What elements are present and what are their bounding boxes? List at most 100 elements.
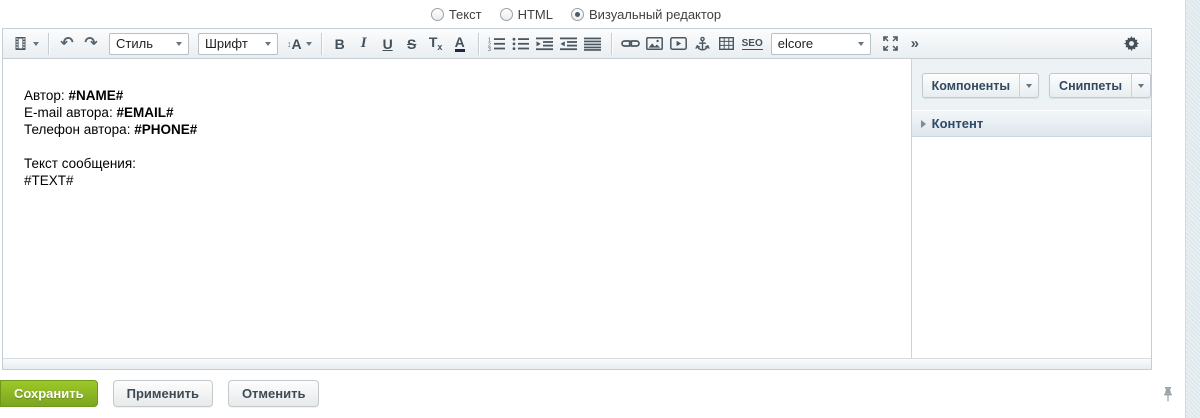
chevron-down-icon bbox=[176, 42, 182, 46]
placeholder-phone: #PHONE# bbox=[134, 122, 197, 137]
content-line: E-mail автора: #EMAIL# bbox=[24, 104, 891, 121]
components-insert-button[interactable] bbox=[9, 32, 42, 56]
components-dropdown-toggle[interactable] bbox=[1019, 74, 1038, 97]
template-select-value: elcore bbox=[778, 36, 813, 51]
content-line: Телефон автора: #PHONE# bbox=[24, 121, 891, 138]
text-color-icon: A bbox=[455, 35, 465, 52]
mode-option-text[interactable]: Текст bbox=[431, 7, 482, 22]
mode-option-visual[interactable]: Визуальный редактор bbox=[571, 7, 721, 22]
justify-icon bbox=[584, 37, 601, 51]
unordered-list-button[interactable] bbox=[509, 32, 533, 56]
radio-text[interactable] bbox=[431, 8, 444, 21]
form-footer: Сохранить Применить Отменить bbox=[0, 370, 1200, 418]
insert-table-button[interactable] bbox=[715, 32, 739, 56]
font-size-letter: A bbox=[292, 37, 302, 51]
content-blank-line bbox=[24, 138, 891, 155]
wysiwyg-edit-area[interactable]: Автор: #NAME# E-mail автора: #EMAIL# Тел… bbox=[3, 59, 911, 358]
editor-mode-bar: Текст HTML Визуальный редактор bbox=[0, 0, 1152, 28]
save-button[interactable]: Сохранить bbox=[0, 380, 98, 407]
more-tools-icon: » bbox=[911, 35, 919, 52]
undo-button[interactable]: ↶ bbox=[55, 32, 79, 56]
chevron-down-icon bbox=[265, 42, 271, 46]
toolbar-separator bbox=[321, 33, 322, 55]
editor-body: Автор: #NAME# E-mail автора: #EMAIL# Тел… bbox=[3, 59, 1151, 358]
text-color-button[interactable]: A bbox=[448, 32, 472, 56]
underline-icon: U bbox=[383, 37, 393, 51]
video-icon bbox=[670, 37, 687, 50]
mode-option-label: Текст bbox=[449, 7, 482, 22]
outdent-button[interactable] bbox=[557, 32, 581, 56]
toolbar-separator bbox=[48, 33, 49, 55]
insert-image-button[interactable] bbox=[643, 32, 667, 56]
anchor-icon bbox=[695, 36, 710, 52]
strikethrough-button[interactable]: S bbox=[400, 32, 424, 56]
mode-option-html[interactable]: HTML bbox=[500, 7, 553, 22]
sidebar-empty-area bbox=[912, 137, 1151, 358]
sidebar-buttons-row: Компоненты Сниппеты bbox=[912, 59, 1151, 110]
visual-editor-page: Текст HTML Визуальный редактор bbox=[0, 0, 1200, 418]
table-icon bbox=[719, 37, 734, 50]
snippets-dropdown-toggle[interactable] bbox=[1131, 74, 1150, 97]
mode-option-label: HTML bbox=[518, 7, 553, 22]
redo-icon: ↷ bbox=[84, 36, 97, 52]
snippets-button[interactable]: Сниппеты bbox=[1049, 73, 1151, 98]
strikethrough-icon: S bbox=[407, 37, 416, 51]
seo-icon: SEO bbox=[742, 38, 763, 50]
mode-option-label: Визуальный редактор bbox=[589, 7, 721, 22]
outdent-icon bbox=[560, 37, 577, 51]
content-line: Автор: #NAME# bbox=[24, 87, 891, 104]
content-section-header[interactable]: Контент bbox=[912, 110, 1151, 137]
font-select-value: Шрифт bbox=[205, 36, 248, 51]
component-icon bbox=[12, 36, 29, 51]
undo-icon: ↶ bbox=[60, 36, 73, 52]
toolbar-separator bbox=[611, 33, 612, 55]
style-select-value: Стиль bbox=[116, 36, 153, 51]
chevron-down-icon bbox=[33, 42, 39, 46]
placeholder-text: #TEXT# bbox=[24, 173, 74, 188]
fullscreen-button[interactable] bbox=[879, 32, 903, 56]
link-icon bbox=[621, 38, 640, 49]
font-size-button[interactable]: ↕ A bbox=[284, 32, 315, 56]
cancel-button[interactable]: Отменить bbox=[228, 380, 320, 407]
radio-html[interactable] bbox=[500, 8, 513, 21]
clear-format-button[interactable]: Tx bbox=[424, 32, 448, 56]
gear-icon bbox=[1124, 36, 1139, 51]
seo-button[interactable]: SEO bbox=[739, 32, 766, 56]
more-tools-button[interactable]: » bbox=[903, 32, 927, 56]
editor-frame: ↶ ↷ Стиль Шрифт ↕ A B bbox=[2, 28, 1152, 370]
style-select[interactable]: Стиль bbox=[109, 33, 189, 55]
content-line: Текст сообщения: bbox=[24, 155, 891, 172]
insert-link-button[interactable] bbox=[618, 32, 643, 56]
ordered-list-icon: 1 2 3 bbox=[488, 37, 505, 51]
editor-sidebar: Компоненты Сниппеты Контент bbox=[911, 59, 1151, 358]
font-select[interactable]: Шрифт bbox=[198, 33, 278, 55]
page-side-texture bbox=[1185, 0, 1200, 418]
indent-button[interactable] bbox=[533, 32, 557, 56]
anchor-button[interactable] bbox=[691, 32, 715, 56]
redo-button[interactable]: ↷ bbox=[79, 32, 103, 56]
template-select[interactable]: elcore bbox=[771, 33, 871, 55]
chevron-down-icon bbox=[1026, 84, 1032, 88]
content-line: #TEXT# bbox=[24, 172, 891, 189]
placeholder-name: #NAME# bbox=[68, 88, 123, 103]
components-button[interactable]: Компоненты bbox=[922, 73, 1039, 98]
justify-button[interactable] bbox=[581, 32, 605, 56]
ordered-list-button[interactable]: 1 2 3 bbox=[485, 32, 509, 56]
svg-text:3: 3 bbox=[488, 47, 491, 51]
clear-format-icon: Tx bbox=[429, 35, 443, 52]
editor-toolbar: ↶ ↷ Стиль Шрифт ↕ A B bbox=[3, 29, 1151, 59]
bold-button[interactable]: B bbox=[328, 32, 352, 56]
placeholder-email: #EMAIL# bbox=[116, 105, 173, 120]
insert-video-button[interactable] bbox=[667, 32, 691, 56]
pin-footer-button[interactable] bbox=[1162, 386, 1174, 408]
radio-visual-editor[interactable] bbox=[571, 8, 584, 21]
indent-icon bbox=[536, 37, 553, 51]
fullscreen-icon bbox=[883, 36, 898, 51]
italic-icon: I bbox=[361, 36, 367, 51]
settings-button[interactable] bbox=[1119, 32, 1143, 56]
bold-icon: B bbox=[335, 37, 345, 51]
apply-button[interactable]: Применить bbox=[113, 380, 213, 407]
italic-button[interactable]: I bbox=[352, 32, 376, 56]
size-updown-icon: ↕ bbox=[287, 39, 291, 49]
underline-button[interactable]: U bbox=[376, 32, 400, 56]
